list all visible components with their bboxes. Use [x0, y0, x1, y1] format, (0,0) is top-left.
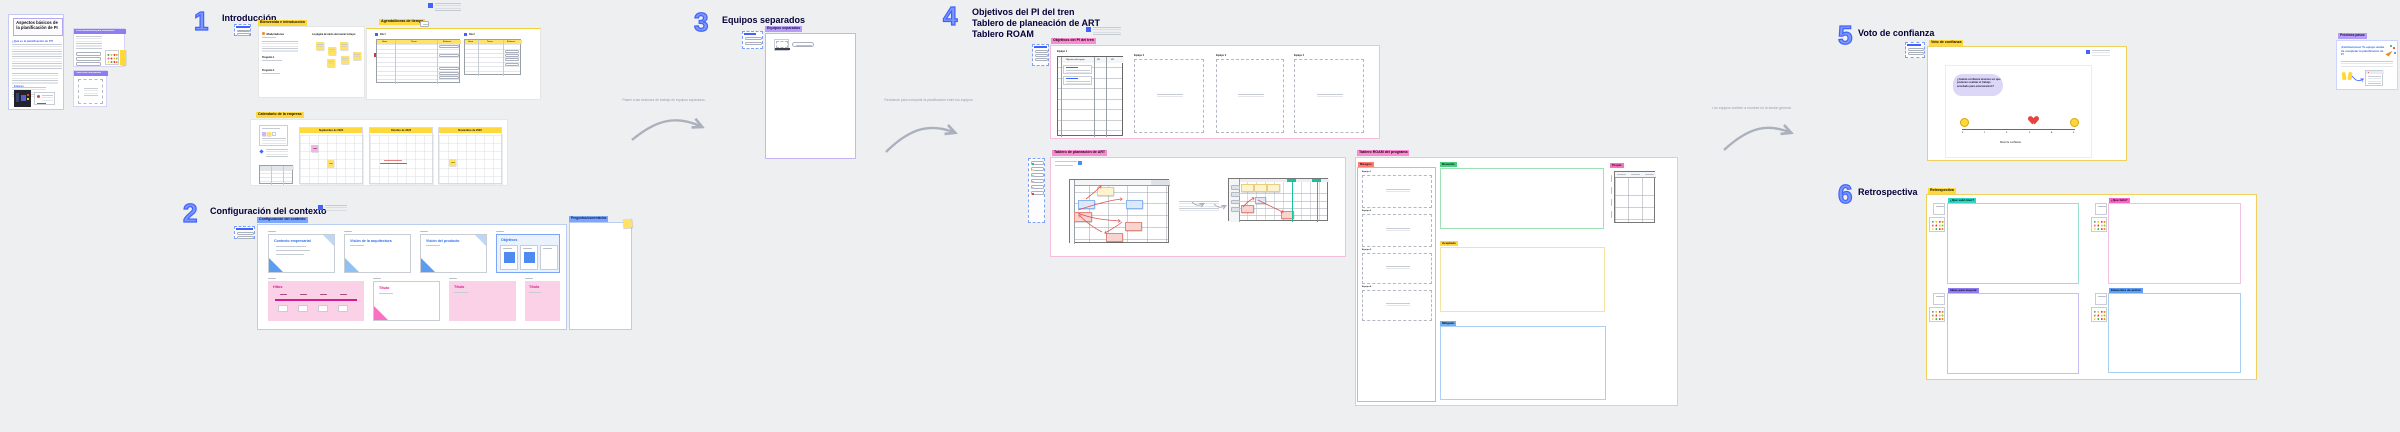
dependency-lines	[1077, 185, 1284, 234]
arrow-to-breakout	[631, 120, 700, 141]
next-steps-arrow	[2351, 75, 2364, 82]
pi-planning-whiteboard[interactable]: Aspectos básicos de la planificación de …	[0, 0, 2400, 432]
art-mini-arrow-left	[1191, 201, 1203, 205]
art-mini-arrow-right	[1213, 203, 1225, 207]
connector-overlay	[631, 75, 2364, 234]
arrow-to-planning	[885, 128, 953, 153]
arrow-to-confidence	[1723, 128, 1789, 151]
